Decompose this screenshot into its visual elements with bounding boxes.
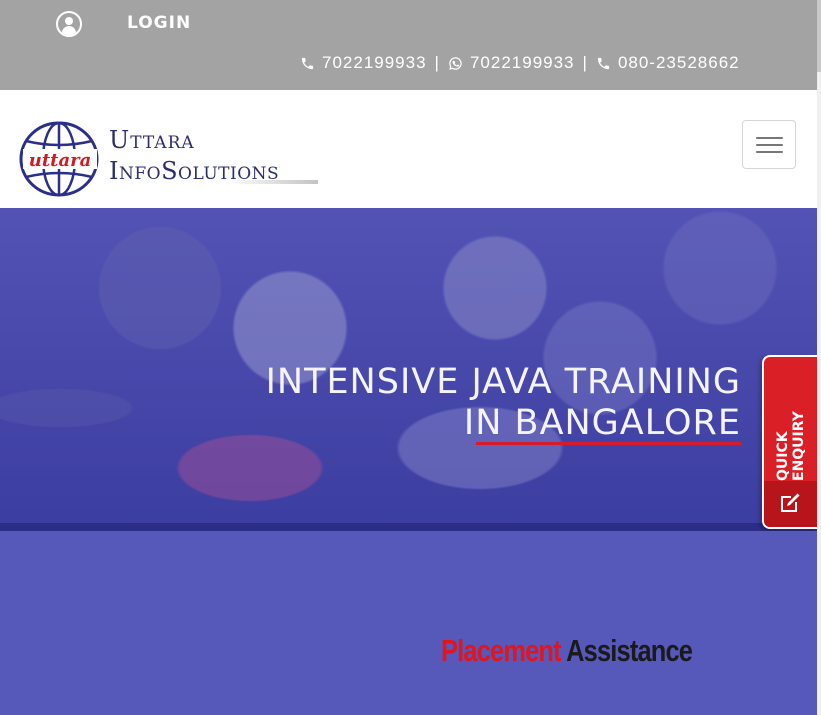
brand-underline-shadow <box>226 180 318 184</box>
whatsapp-number[interactable]: 7022199933 <box>470 53 575 73</box>
phone-icon <box>301 57 314 69</box>
phone-number-2[interactable]: 080-23528662 <box>618 53 740 73</box>
contact-numbers: 7022199933 | 7022199933 | 080-23528662 <box>300 53 740 73</box>
placement-section <box>0 531 817 715</box>
quick-enquiry-tab[interactable]: QUICK ENQUIRY <box>762 355 817 529</box>
user-circle-icon[interactable] <box>56 11 82 37</box>
svg-text:ENQUIRY: ENQUIRY <box>791 410 807 481</box>
placement-heading-red: Placement <box>441 633 562 668</box>
svg-text:uttara: uttara <box>29 150 92 171</box>
quick-enquiry-label: QUICK ENQUIRY <box>775 410 807 481</box>
uttara-logo-globe-icon[interactable]: uttara <box>19 121 101 197</box>
hamburger-menu-icon <box>756 137 783 139</box>
svg-text:QUICK: QUICK <box>775 430 791 481</box>
hero-bottom-border <box>0 523 817 531</box>
separator: | <box>582 53 588 72</box>
login-link[interactable]: LOGIN <box>127 13 191 33</box>
phone-number-1[interactable]: 7022199933 <box>322 53 427 73</box>
hero-title-line1: INTENSIVE JAVA TRAINING <box>265 362 741 402</box>
hamburger-line <box>756 144 783 146</box>
hero-title-underline <box>476 442 741 445</box>
edit-icon <box>781 493 800 512</box>
placement-heading-dark: Assistance <box>566 633 693 668</box>
brand-name-line1: Uttara <box>109 126 195 154</box>
menu-toggle-button[interactable] <box>742 120 796 169</box>
top-bar: LOGIN 7022199933 | 7022199933 | 080-2352… <box>0 0 817 90</box>
phone-icon <box>597 57 610 69</box>
hamburger-line <box>756 151 783 153</box>
placement-heading: Placement Assistance <box>441 633 693 669</box>
separator: | <box>434 53 440 72</box>
hero-title-line2: IN BANGALORE <box>463 403 741 443</box>
scrollbar[interactable] <box>817 0 821 715</box>
quick-enquiry-icon-area[interactable] <box>764 481 817 527</box>
scrollbar-thumb[interactable] <box>817 0 821 72</box>
whatsapp-icon <box>449 56 462 70</box>
hero-banner: INTENSIVE JAVA TRAINING IN BANGALORE <box>0 208 817 531</box>
